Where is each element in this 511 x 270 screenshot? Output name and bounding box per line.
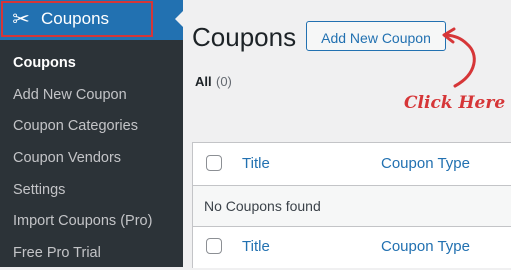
current-menu-pointer (175, 11, 183, 27)
submenu-item-coupon-vendors[interactable]: Coupon Vendors (0, 143, 183, 175)
main-content: Coupons Add New Coupon Click Here All (0… (183, 0, 511, 268)
column-coupon-type[interactable]: Coupon Type (381, 155, 470, 172)
add-new-coupon-button[interactable]: Add New Coupon (306, 21, 446, 51)
click-here-callout: Click Here (404, 93, 506, 113)
submenu-item-coupons[interactable]: Coupons (0, 48, 183, 80)
submenu-item-import-coupons-pro[interactable]: Import Coupons (Pro) (0, 206, 183, 238)
table-header-row: Title Coupon Type (193, 143, 511, 186)
coupons-submenu: Coupons Add New Coupon Coupon Categories… (0, 48, 183, 270)
coupons-menu-header[interactable]: ✂ Coupons (0, 0, 183, 40)
highlight-box (1, 1, 153, 37)
column-title-footer[interactable]: Title (242, 238, 270, 255)
admin-sidebar: ✂ Coupons Coupons Add New Coupon Coupon … (0, 0, 183, 267)
coupons-table: Title Coupon Type No Coupons found Title… (192, 142, 511, 268)
column-coupon-type-footer[interactable]: Coupon Type (381, 238, 470, 255)
filter-all-count: (0) (216, 74, 232, 89)
table-footer-row: Title Coupon Type (193, 227, 511, 268)
curved-arrow-icon (442, 27, 476, 88)
submenu-item-settings[interactable]: Settings (0, 175, 183, 207)
submenu-item-add-new-coupon[interactable]: Add New Coupon (0, 80, 183, 112)
select-all-checkbox[interactable] (206, 155, 222, 171)
empty-message: No Coupons found (204, 198, 321, 214)
table-empty-row: No Coupons found (193, 186, 511, 227)
select-all-checkbox-footer[interactable] (206, 238, 222, 254)
submenu-item-free-pro-trial[interactable]: Free Pro Trial (0, 238, 183, 270)
column-title[interactable]: Title (242, 155, 270, 172)
filter-all-link[interactable]: All (195, 74, 212, 89)
submenu-item-coupon-categories[interactable]: Coupon Categories (0, 111, 183, 143)
page-title: Coupons (192, 22, 297, 52)
